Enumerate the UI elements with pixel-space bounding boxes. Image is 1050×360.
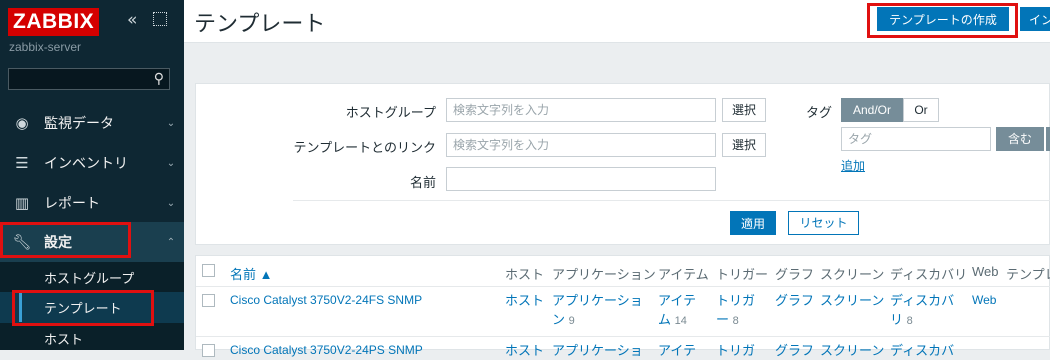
filter-panel: ホストグループ 検索文字列を入力 選択 テンプレートとのリンク 検索文字列を入力… (195, 83, 1050, 245)
column-screens-header: スクリーン (820, 267, 885, 282)
name-label: 名前 (409, 175, 436, 190)
screens-link[interactable]: スクリーン (820, 291, 884, 310)
tag-label: タグ (805, 105, 832, 120)
tag-or-toggle[interactable]: Or (903, 98, 939, 122)
applications-count: 9 (568, 315, 575, 327)
zabbix-logo[interactable]: ZABBIX (8, 8, 100, 36)
row-checkbox[interactable] (202, 344, 215, 357)
list-icon: ☰ (15, 154, 29, 172)
apply-filter-button[interactable]: 適用 (730, 211, 776, 235)
tag-name-input[interactable]: タグ (841, 127, 991, 151)
items-count: 14 (674, 315, 687, 327)
screens-link[interactable]: スクリーン (820, 341, 884, 360)
discovery-link[interactable]: ディスカバ (890, 341, 954, 360)
submenu-host-groups[interactable]: ホストグループ (0, 262, 184, 293)
chevron-up-icon: ⌃ (166, 236, 176, 248)
kiosk-mode-icon[interactable] (153, 12, 167, 26)
chevron-down-icon: ⌄ (166, 117, 176, 129)
graphs-link[interactable]: グラフ (775, 291, 814, 310)
linked-templates-label: テンプレートとのリンク (293, 140, 436, 155)
applications-link-text-2: ン (552, 312, 566, 327)
column-graphs-header: グラフ (775, 267, 815, 282)
hostgroup-label: ホストグループ (345, 105, 436, 120)
discovery-link-text: ディスカバ (890, 293, 955, 308)
page-title: テンプレート (194, 11, 326, 36)
triggers-link-text-2: ー (716, 312, 730, 327)
server-name: zabbix-server (9, 40, 82, 54)
linked-templates-input[interactable]: 検索文字列を入力 (446, 133, 716, 157)
graphs-link[interactable]: グラフ (775, 341, 814, 360)
import-button[interactable]: イン (1020, 7, 1050, 31)
triggers-count: 8 (732, 315, 739, 327)
nav-inventory-label: インベントリ (44, 155, 128, 171)
submenu-hosts[interactable]: ホスト (0, 323, 184, 354)
filter-divider (293, 200, 1050, 201)
discovery-link-text-2: リ (890, 312, 904, 327)
nav-reports[interactable]: ▥ レポート ⌄ (0, 183, 184, 223)
sidebar-search-input[interactable]: ⚲ (8, 68, 170, 90)
items-link[interactable]: アイテ ム 14 (658, 291, 696, 331)
triggers-link-text: トリガ (716, 293, 756, 308)
applications-link-text: アプリケーショ (552, 293, 643, 308)
row-checkbox[interactable] (202, 294, 215, 307)
highlight-create-template (867, 3, 1018, 38)
column-web-header: Web (972, 264, 999, 279)
add-tag-link[interactable]: 追加 (841, 157, 865, 174)
template-name-link[interactable]: Cisco Catalyst 3750V2-24FS SNMP (230, 291, 422, 310)
hostgroup-select-button[interactable]: 選択 (722, 98, 766, 122)
nav-monitoring[interactable]: ◉ 監視データ ⌄ (0, 103, 184, 143)
applications-link[interactable]: アプリケーショ ン 9 (552, 291, 643, 331)
templates-table: 名前 ▲ ホスト アプリケーション アイテム トリガー グラフ スクリーン ディ… (195, 255, 1050, 358)
triggers-link[interactable]: トリガ ー 8 (716, 291, 755, 331)
nav-inventory[interactable]: ☰ インベントリ ⌄ (0, 143, 184, 183)
applications-link[interactable]: アプリケーショ (552, 341, 643, 360)
hostgroup-input[interactable]: 検索文字列を入力 (446, 98, 716, 122)
chevron-down-icon: ⌄ (166, 197, 176, 209)
items-link[interactable]: アイテ (658, 341, 696, 360)
select-all-checkbox[interactable] (202, 264, 215, 277)
discovery-link[interactable]: ディスカバ リ 8 (890, 291, 954, 331)
column-hosts-header: ホスト (505, 267, 545, 282)
row-divider (196, 336, 1050, 337)
column-name-header[interactable]: 名前 ▲ (230, 264, 272, 283)
nav-monitoring-label: 監視データ (44, 115, 114, 131)
column-items-header: アイテム (658, 267, 709, 282)
tag-andor-toggle[interactable]: And/Or (841, 98, 903, 122)
tag-operator-dropdown[interactable] (1046, 127, 1050, 151)
column-applications-header: アプリケーション (552, 267, 656, 282)
chevron-down-icon: ⌄ (166, 157, 176, 169)
items-link-text-2: ム (658, 312, 672, 327)
web-link[interactable]: Web (972, 291, 996, 310)
triggers-link[interactable]: トリガ (716, 341, 755, 360)
column-discovery-header: ディスカバリ (890, 267, 968, 282)
nav-reports-label: レポート (44, 195, 100, 211)
discovery-count: 8 (906, 315, 913, 327)
highlight-configuration (0, 222, 131, 258)
linked-templates-select-button[interactable]: 選択 (722, 133, 766, 157)
column-templates-header: テンプレ (1006, 267, 1050, 282)
column-triggers-header: トリガー (716, 267, 769, 282)
reset-filter-button[interactable]: リセット (788, 211, 859, 235)
hosts-link[interactable]: ホスト (505, 291, 544, 310)
name-input[interactable] (446, 167, 716, 191)
highlight-templates (12, 290, 154, 326)
bar-chart-icon: ▥ (14, 194, 30, 212)
items-link-text: アイテ (658, 293, 697, 308)
tag-operator-select[interactable]: 含む (996, 127, 1044, 151)
hosts-link[interactable]: ホスト (505, 341, 544, 360)
collapse-sidebar-icon[interactable]: « (127, 10, 137, 30)
header-divider (196, 286, 1050, 287)
eye-icon: ◉ (15, 114, 29, 132)
search-icon[interactable]: ⚲ (154, 71, 164, 87)
template-name-link[interactable]: Cisco Catalyst 3750V2-24PS SNMP (230, 341, 423, 360)
